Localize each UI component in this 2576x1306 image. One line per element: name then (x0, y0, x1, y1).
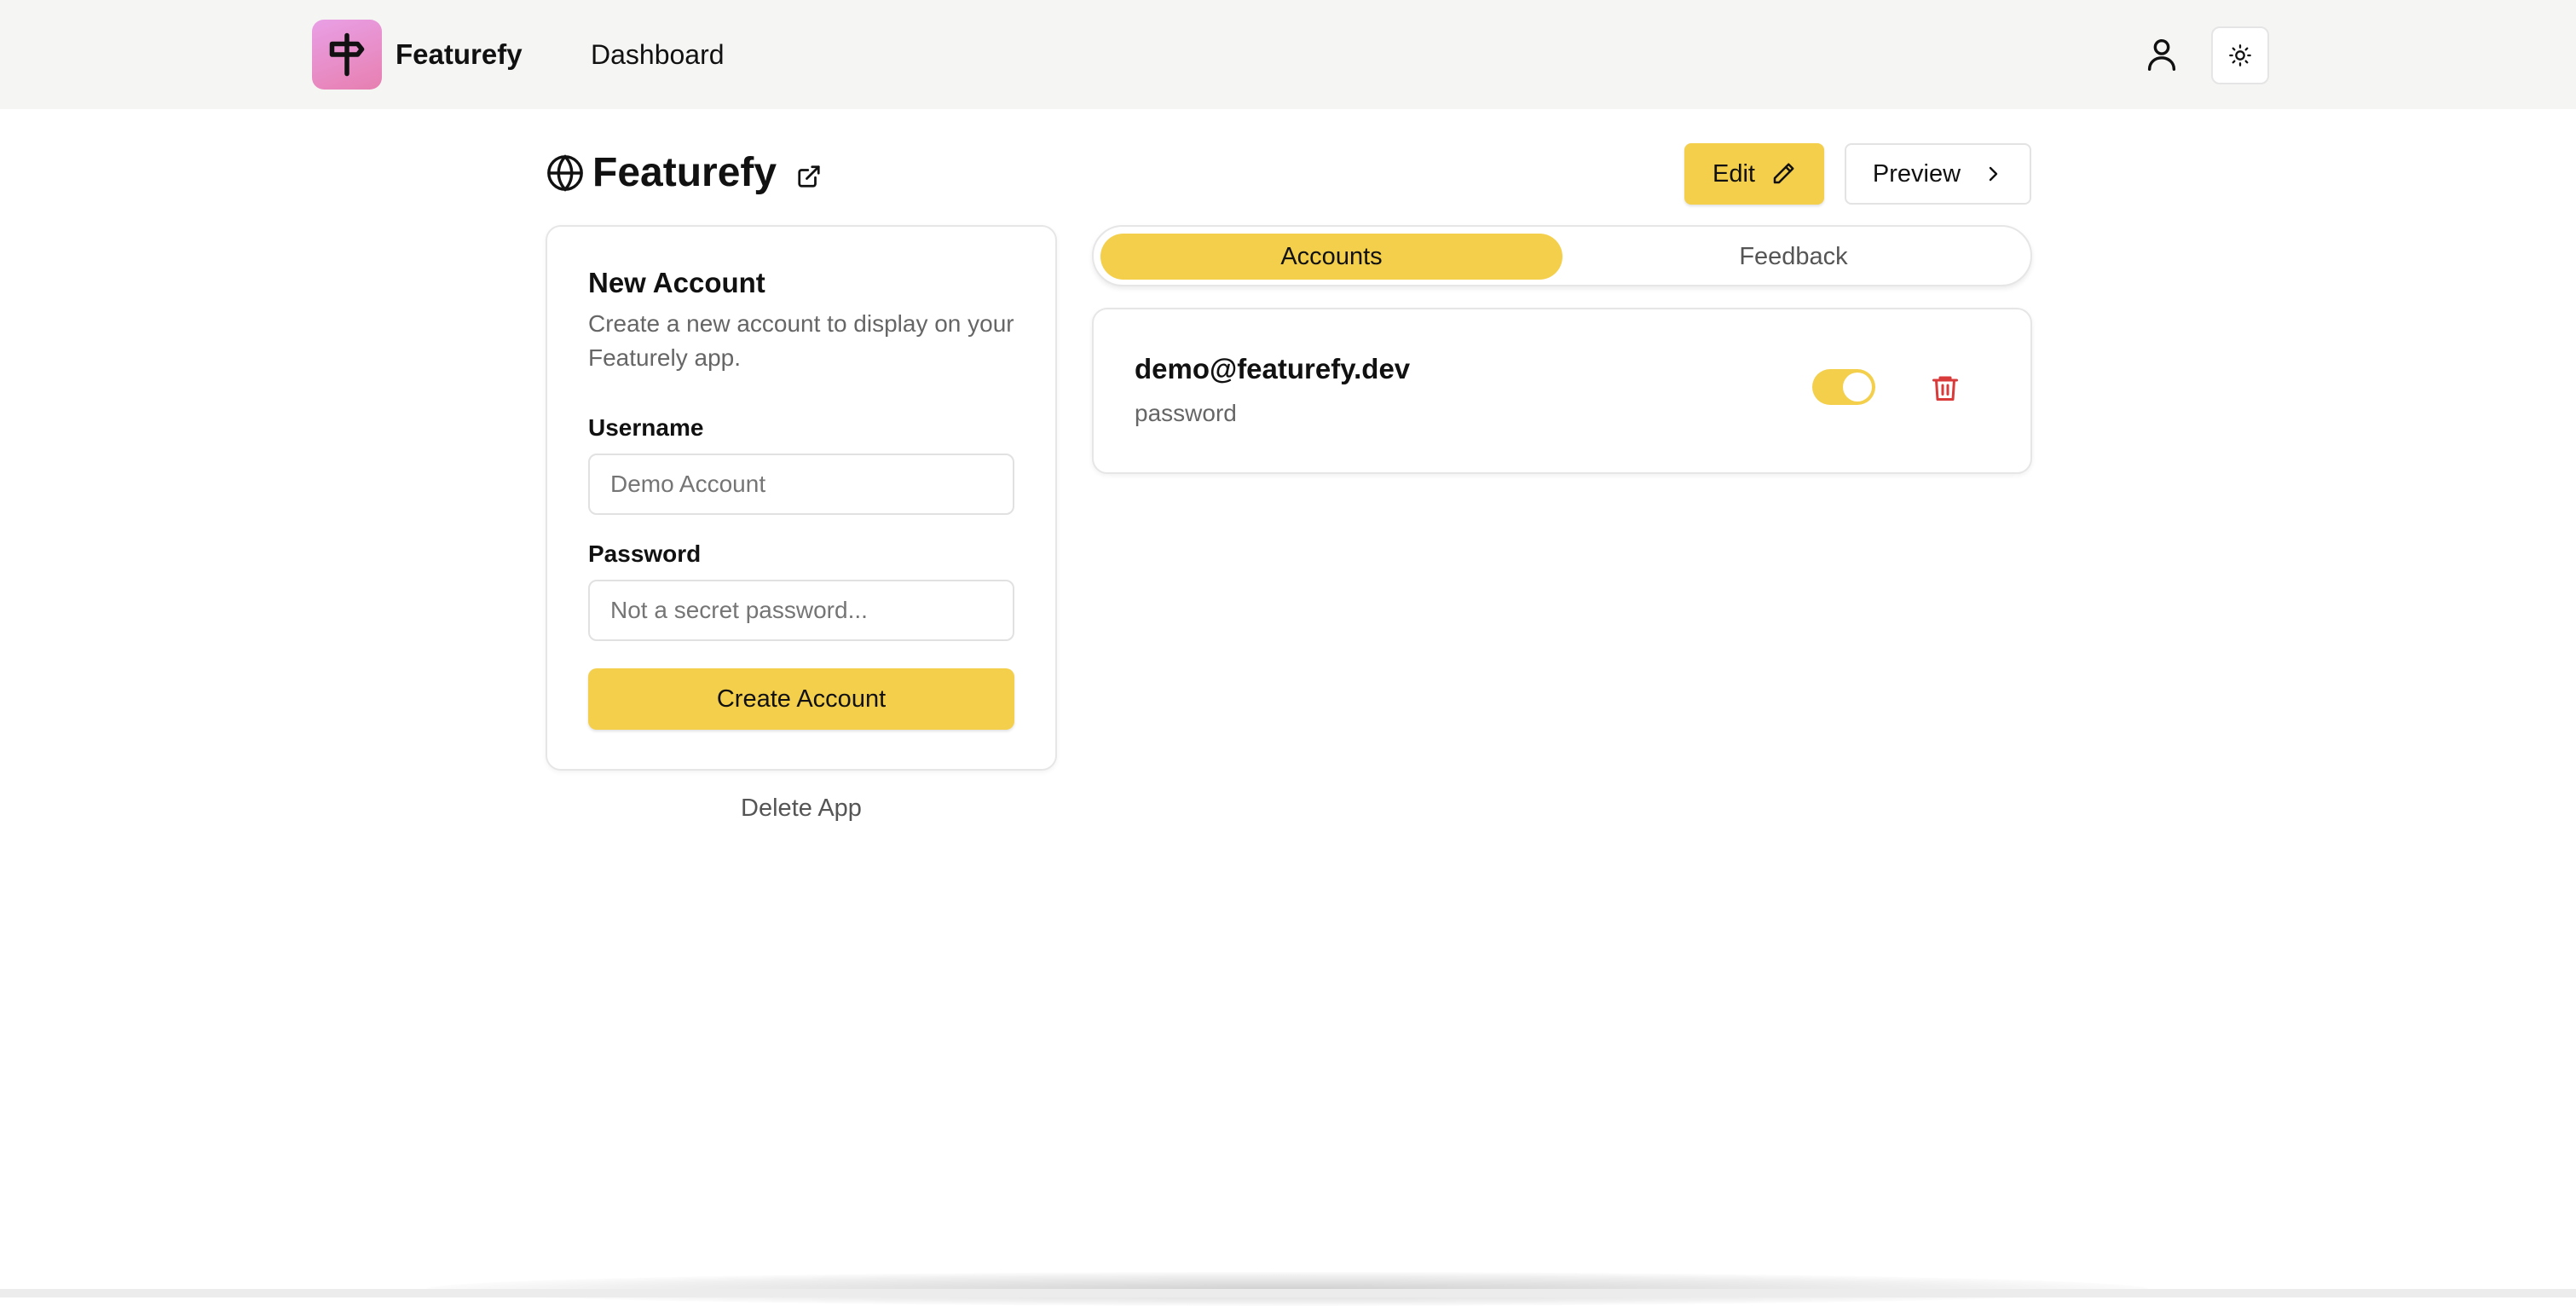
globe-icon (547, 154, 583, 192)
preview-button-label: Preview (1872, 159, 1961, 188)
account-username: demo@featurefy.dev (1135, 353, 1411, 384)
account-enabled-toggle[interactable] (1812, 369, 1875, 405)
tab-feedback[interactable]: Feedback (1562, 234, 2024, 280)
username-label: Username (588, 414, 704, 441)
pencil-icon (1773, 163, 1794, 184)
chevron-right-icon (1989, 166, 1998, 182)
user-icon (2147, 38, 2176, 71)
new-account-card: New Account Create a new account to disp… (546, 225, 1057, 771)
signpost-icon (329, 32, 365, 77)
create-account-button[interactable]: Create Account (588, 668, 1014, 730)
sun-icon (2229, 44, 2251, 66)
brand-name[interactable]: Featurefy (396, 36, 523, 73)
user-menu-button[interactable] (2140, 32, 2184, 77)
window-bottom-edge (0, 1289, 2576, 1297)
password-input[interactable] (588, 580, 1014, 641)
account-list-item: demo@featurefy.dev password (1092, 308, 2032, 474)
nav-link-dashboard[interactable]: Dashboard (591, 36, 725, 73)
account-password: password (1135, 400, 1237, 426)
new-account-description: Create a new account to display on your … (588, 310, 1014, 371)
page-title: Featurefy (592, 150, 777, 195)
app-logo[interactable] (312, 20, 382, 90)
delete-app-button[interactable]: Delete App (546, 793, 1057, 823)
password-label: Password (588, 540, 702, 567)
trash-icon[interactable] (1930, 373, 1961, 403)
tab-accounts[interactable]: Accounts (1100, 234, 1562, 280)
edit-button[interactable]: Edit (1684, 143, 1824, 205)
tab-bar: Accounts Feedback (1092, 225, 2032, 286)
edit-button-label: Edit (1713, 159, 1755, 188)
theme-toggle-button[interactable] (2211, 26, 2269, 84)
preview-button[interactable]: Preview (1845, 143, 2031, 205)
username-input[interactable] (588, 454, 1014, 515)
new-account-title: New Account (588, 267, 765, 298)
top-navbar: Featurefy Dashboard (0, 0, 2576, 109)
external-link-icon[interactable] (796, 164, 822, 189)
toggle-knob (1843, 373, 1872, 402)
